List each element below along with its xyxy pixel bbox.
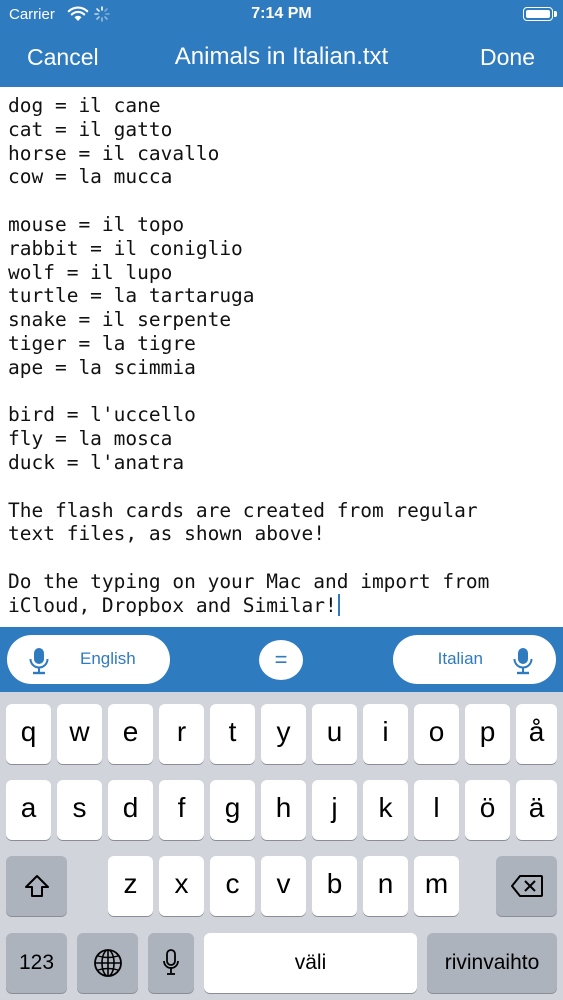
editor-line: mouse = il topo: [8, 212, 185, 236]
key-p[interactable]: p: [465, 704, 510, 764]
globe-key[interactable]: [77, 933, 138, 993]
key-o[interactable]: o: [414, 704, 459, 764]
keyboard: q w e r t y u i o p å a s d f g h j k l …: [0, 692, 563, 1000]
microphone-icon: [513, 648, 533, 675]
key-l[interactable]: l: [414, 780, 459, 840]
return-key[interactable]: rivinvaihto: [427, 933, 557, 993]
key-f[interactable]: f: [159, 780, 204, 840]
key-e[interactable]: e: [108, 704, 153, 764]
navigation-bar: Cancel Animals in Italian.txt Done: [0, 30, 563, 87]
top-bar: Carrier 7:14 PM Cancel Animals in Italia…: [0, 0, 563, 87]
key-s[interactable]: s: [57, 780, 102, 840]
backspace-key[interactable]: [496, 856, 557, 916]
editor-line: cow = la mucca: [8, 165, 173, 189]
language-bar: English = Italian: [0, 627, 563, 692]
italian-dictation-button[interactable]: Italian: [393, 635, 556, 684]
key-h[interactable]: h: [261, 780, 306, 840]
key-j[interactable]: j: [312, 780, 357, 840]
editor-line: cat = il gatto: [8, 117, 173, 141]
page-title: Animals in Italian.txt: [174, 43, 389, 70]
text-editor[interactable]: dog = il cane cat = il gatto horse = il …: [0, 87, 563, 627]
key-q[interactable]: q: [6, 704, 51, 764]
key-t[interactable]: t: [210, 704, 255, 764]
editor-line: tiger = la tigre: [8, 331, 196, 355]
key-k[interactable]: k: [363, 780, 408, 840]
right-language-label: Italian: [437, 649, 483, 668]
editor-line: iCloud, Dropbox and Similar!: [8, 593, 337, 617]
key-r[interactable]: r: [159, 704, 204, 764]
key-a-ring[interactable]: å: [516, 704, 557, 764]
shift-icon: [24, 875, 49, 897]
editor-line: rabbit = il coniglio: [8, 236, 243, 260]
key-i[interactable]: i: [363, 704, 408, 764]
english-dictation-button[interactable]: English: [7, 635, 170, 684]
editor-line: text files, as shown above!: [8, 522, 325, 546]
editor-line: wolf = il lupo: [8, 260, 173, 284]
shift-key[interactable]: [6, 856, 67, 916]
key-o-umlaut[interactable]: ö: [465, 780, 510, 840]
space-key[interactable]: väli: [204, 933, 417, 993]
equals-button[interactable]: =: [259, 640, 303, 680]
key-a-umlaut[interactable]: ä: [516, 780, 557, 840]
done-button[interactable]: Done: [480, 44, 535, 71]
editor-line: fly = la mosca: [8, 427, 173, 451]
editor-line: Do the typing on your Mac and import fro…: [8, 569, 490, 593]
editor-line: turtle = la tartaruga: [8, 284, 255, 308]
status-time: 7:14 PM: [251, 5, 312, 22]
key-m[interactable]: m: [414, 856, 459, 916]
key-w[interactable]: w: [57, 704, 102, 764]
text-cursor: [337, 593, 340, 616]
editor-line: duck = l'anatra: [8, 450, 185, 474]
editor-line: ape = la scimmia: [8, 355, 196, 379]
key-b[interactable]: b: [312, 856, 357, 916]
editor-line: horse = il cavallo: [8, 141, 220, 165]
status-bar: Carrier 7:14 PM: [0, 0, 563, 30]
backspace-icon: [510, 875, 543, 897]
key-z[interactable]: z: [108, 856, 153, 916]
key-v[interactable]: v: [261, 856, 306, 916]
key-g[interactable]: g: [210, 780, 255, 840]
battery-icon: [523, 7, 557, 21]
microphone-icon: [29, 648, 49, 675]
globe-icon: [93, 949, 122, 977]
key-d[interactable]: d: [108, 780, 153, 840]
key-y[interactable]: y: [261, 704, 306, 764]
key-a[interactable]: a: [6, 780, 51, 840]
numbers-key[interactable]: 123: [6, 933, 67, 993]
editor-line: bird = l'uccello: [8, 403, 196, 427]
key-u[interactable]: u: [312, 704, 357, 764]
key-x[interactable]: x: [159, 856, 204, 916]
dictation-key[interactable]: [148, 933, 194, 993]
key-c[interactable]: c: [210, 856, 255, 916]
editor-line: snake = il serpente: [8, 308, 232, 332]
editor-line: The flash cards are created from regular: [8, 498, 478, 522]
editor-line: dog = il cane: [8, 94, 161, 117]
left-language-label: English: [80, 649, 136, 668]
microphone-icon: [163, 949, 179, 975]
editor-content[interactable]: dog = il cane cat = il gatto horse = il …: [0, 87, 563, 625]
key-n[interactable]: n: [363, 856, 408, 916]
